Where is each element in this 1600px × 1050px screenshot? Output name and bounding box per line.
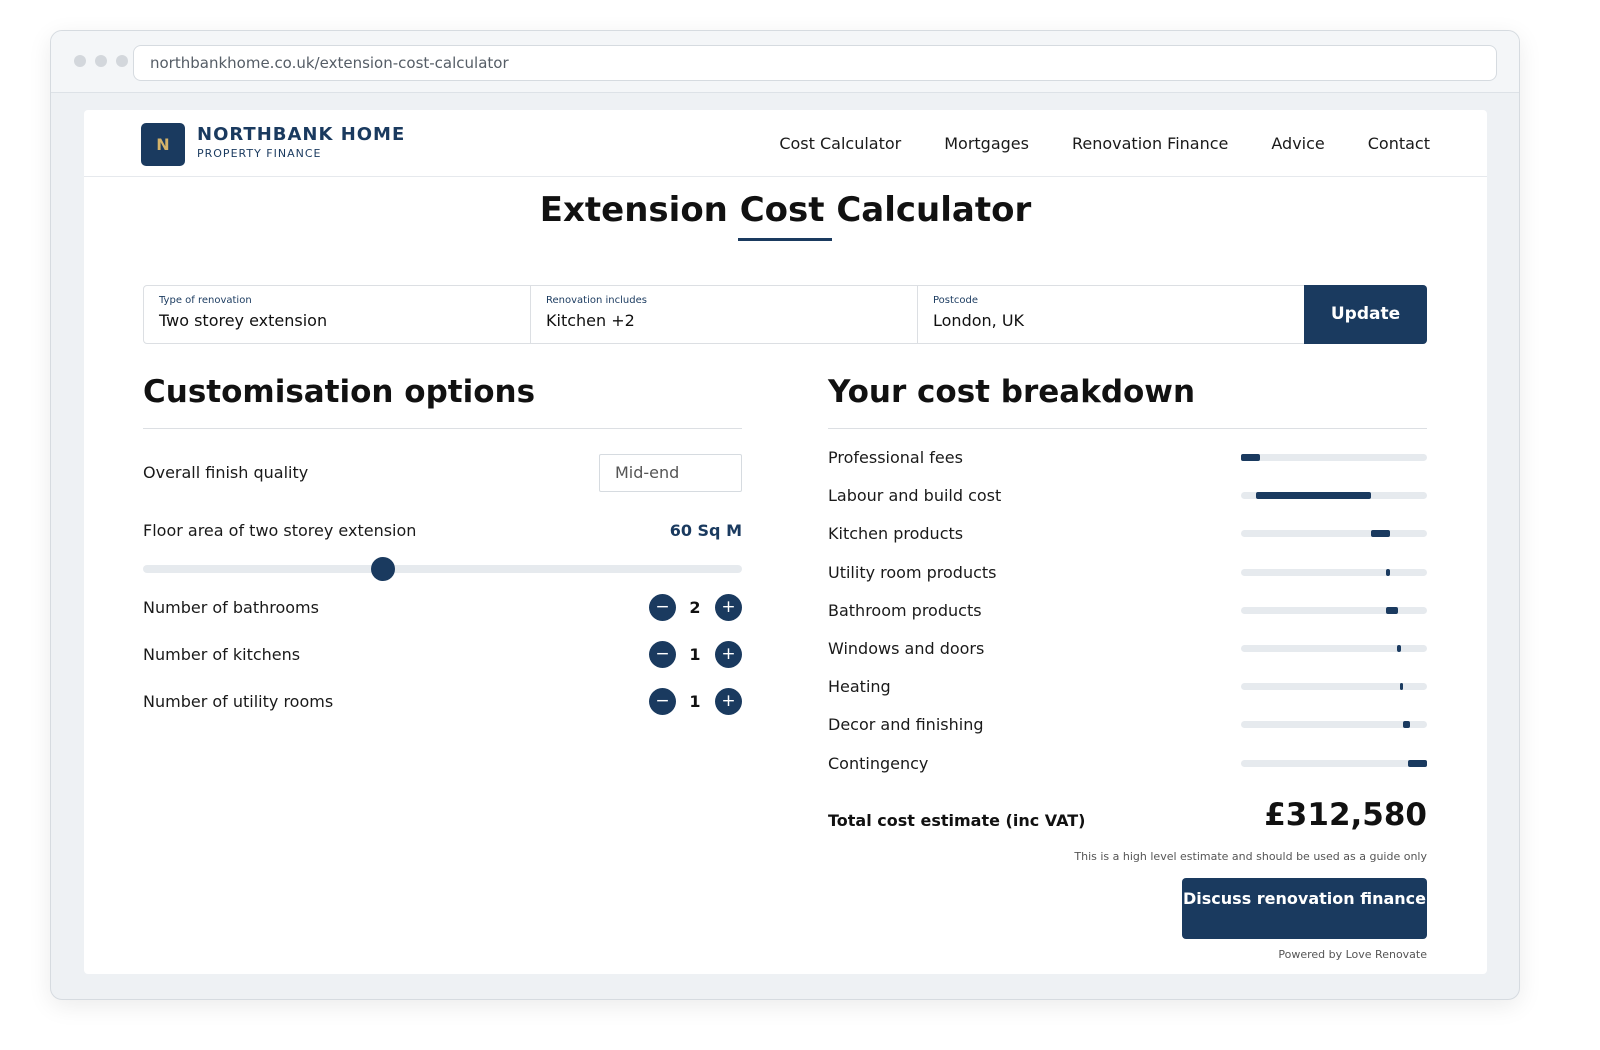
- cost-item-bar-fill: [1386, 606, 1398, 614]
- cost-item-label: Kitchen products: [828, 524, 964, 544]
- finish-quality-label: Overall finish quality: [143, 463, 309, 482]
- finish-quality-select[interactable]: Mid-end: [599, 454, 742, 492]
- page-title: Extension Cost Calculator: [539, 190, 1032, 230]
- customisation-divider: [143, 428, 742, 429]
- renovation-includes-label: Renovation includes: [546, 295, 647, 306]
- kitchens-label: Number of kitchens: [143, 645, 301, 664]
- cost-item-bar-fill: [1397, 645, 1401, 652]
- cost-item-bar-track: [1241, 683, 1427, 691]
- postcode-label: Postcode: [933, 295, 979, 306]
- title-underline: [738, 238, 832, 241]
- cost-item-label: Windows and doors: [828, 639, 985, 658]
- cost-item-label: Professional fees: [828, 448, 963, 467]
- renovation-type-select[interactable]: Type of renovation Two storey extension: [144, 286, 531, 343]
- bathrooms-decrement-button[interactable]: −: [649, 594, 676, 621]
- utility-rooms-label: Number of utility rooms: [143, 692, 334, 711]
- cost-item-bar-fill: [1241, 454, 1260, 461]
- utility-rooms-count: 1: [689, 692, 701, 711]
- floor-area-value: 60 Sq M: [669, 521, 742, 540]
- cost-item-bar-fill: [1256, 492, 1371, 500]
- cost-item-bar-track: [1241, 759, 1427, 767]
- kitchens-count: 1: [689, 645, 701, 664]
- window-close-dot[interactable]: [74, 55, 86, 67]
- site-header: N NORTHBANK HOME PROPERTY FINANCE Cost C…: [84, 110, 1487, 177]
- powered-by-text: Powered by Love Renovate: [1278, 948, 1427, 961]
- nav-item-mortgages[interactable]: Mortgages: [944, 134, 1029, 153]
- cost-item-bar-track: [1241, 492, 1427, 500]
- logo-mark[interactable]: N: [141, 123, 185, 166]
- renovation-type-value: Two storey extension: [159, 311, 328, 330]
- cost-item-label: Decor and finishing: [828, 715, 984, 735]
- cost-item-bar-fill: [1400, 683, 1403, 691]
- floor-area-slider-handle[interactable]: [370, 557, 395, 581]
- cost-item-label: Heating: [828, 677, 891, 697]
- floor-area-label: Floor area of two storey extension: [143, 521, 417, 540]
- filter-bar: Type of renovation Two storey extension …: [143, 285, 1427, 344]
- cost-item-label: Labour and build cost: [828, 486, 1002, 506]
- cost-breakdown-title: Your cost breakdown: [828, 374, 1196, 410]
- total-cost-label: Total cost estimate (inc VAT): [828, 811, 1086, 830]
- nav-item-contact[interactable]: Contact: [1368, 134, 1430, 153]
- window-maximize-dot[interactable]: [116, 55, 128, 67]
- cost-item-label: Contingency: [828, 753, 929, 773]
- customisation-title: Customisation options: [143, 374, 536, 410]
- estimate-disclaimer: This is a high level estimate and should…: [1074, 850, 1427, 863]
- bathrooms-increment-button[interactable]: +: [715, 594, 742, 621]
- total-cost-value: £312,580: [1264, 797, 1427, 833]
- cost-item-bar-track: [1241, 568, 1427, 576]
- brand-name[interactable]: NORTHBANK HOME: [197, 124, 405, 145]
- kitchens-increment-button[interactable]: +: [715, 641, 742, 668]
- cost-item-bar-track: [1241, 721, 1427, 729]
- bathrooms-label: Number of bathrooms: [143, 598, 319, 617]
- page-content: N NORTHBANK HOME PROPERTY FINANCE Cost C…: [84, 110, 1487, 974]
- browser-toolbar: northbankhome.co.uk/extension-cost-calcu…: [51, 31, 1519, 93]
- utility-rooms-decrement-button[interactable]: −: [649, 688, 676, 715]
- cost-item-bar-fill: [1408, 759, 1427, 767]
- cost-breakdown-divider: [828, 428, 1427, 429]
- renovation-type-label: Type of renovation: [159, 295, 252, 306]
- nav-item-advice[interactable]: Advice: [1271, 134, 1324, 153]
- renovation-includes-select[interactable]: Renovation includes Kitchen +2: [531, 286, 918, 343]
- discuss-finance-button[interactable]: Discuss renovation finance: [1182, 878, 1427, 939]
- cost-item-bar-track: [1241, 454, 1427, 461]
- cost-item-bar-track: [1241, 606, 1427, 614]
- renovation-includes-value: Kitchen +2: [546, 311, 635, 330]
- browser-window: northbankhome.co.uk/extension-cost-calcu…: [50, 30, 1520, 1000]
- cost-item-bar-fill: [1403, 721, 1410, 729]
- nav-item-cost-calculator[interactable]: Cost Calculator: [779, 134, 901, 153]
- cost-item-label: Utility room products: [828, 562, 997, 582]
- bathrooms-count: 2: [689, 598, 701, 617]
- brand-tagline: PROPERTY FINANCE: [197, 147, 322, 160]
- cost-item-label: Bathroom products: [828, 600, 982, 620]
- main-nav: Cost Calculator Mortgages Renovation Fin…: [779, 134, 1430, 153]
- address-bar[interactable]: northbankhome.co.uk/extension-cost-calcu…: [133, 45, 1497, 81]
- postcode-field[interactable]: Postcode London, UK: [918, 286, 1305, 343]
- cost-item-bar-track: [1241, 530, 1427, 538]
- nav-item-renovation-finance[interactable]: Renovation Finance: [1072, 134, 1228, 153]
- cost-item-bar-track: [1241, 645, 1427, 652]
- cost-item-bar-fill: [1371, 530, 1390, 538]
- utility-rooms-increment-button[interactable]: +: [715, 688, 742, 715]
- cost-item-bar-fill: [1386, 568, 1390, 576]
- floor-area-slider-track[interactable]: [143, 565, 742, 573]
- postcode-value: London, UK: [933, 311, 1025, 330]
- kitchens-decrement-button[interactable]: −: [649, 641, 676, 668]
- update-button[interactable]: Update: [1304, 285, 1427, 344]
- window-minimize-dot[interactable]: [95, 55, 107, 67]
